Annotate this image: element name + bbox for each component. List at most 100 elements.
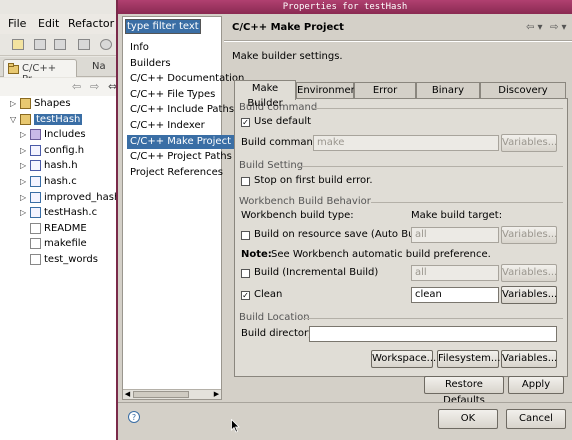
project-folder-icon: [20, 113, 31, 125]
save-icon[interactable]: [34, 39, 46, 50]
tree-item[interactable]: ▽ testHash: [0, 113, 112, 128]
stop-on-error-checkbox[interactable]: [241, 177, 250, 186]
make-builder-panel: Build command ✓ Use default Build comman…: [234, 98, 568, 377]
menu-refactor[interactable]: Refactor: [68, 17, 114, 30]
filesystem-button[interactable]: Filesystem...: [437, 350, 500, 368]
properties-dialog: Properties for testHash type filter text…: [116, 0, 572, 440]
build-behavior-group-title: Workbench Build Behavior: [239, 196, 371, 207]
use-default-checkbox[interactable]: ✓: [241, 118, 250, 127]
mouse-pointer-icon: [231, 419, 240, 433]
menu-file[interactable]: File: [8, 17, 26, 30]
tab-make-builder[interactable]: Make Builder: [234, 80, 296, 109]
location-variables-button[interactable]: Variables...: [501, 350, 557, 368]
collapsed-twisty-icon[interactable]: ▷: [20, 208, 26, 217]
tree-item-label: testHash: [34, 113, 83, 125]
tree-item-label: makefile: [44, 238, 87, 250]
incremental-variables-button[interactable]: Variables...: [501, 264, 557, 282]
header-file-icon: [30, 144, 41, 156]
build-type-header: Workbench build type:: [241, 210, 354, 221]
restore-defaults-button[interactable]: Restore Defaults: [424, 376, 504, 406]
collapsed-twisty-icon[interactable]: ▷: [20, 177, 26, 186]
c-file-icon: [30, 191, 41, 203]
dialog-title: Properties for testHash: [118, 0, 572, 14]
tree-item[interactable]: ▷ hash.c: [0, 175, 112, 190]
menu-edit[interactable]: Edit: [38, 17, 59, 30]
build-directory-input[interactable]: [309, 326, 557, 342]
tree-item[interactable]: ▷ testHash.c: [0, 206, 112, 221]
tab-strip: Make Builder Environment Error Parsers B…: [234, 80, 568, 111]
debug-icon[interactable]: [100, 39, 112, 50]
print-icon[interactable]: [54, 39, 66, 50]
incremental-build-label: Build (Incremental Build): [254, 267, 379, 278]
tab-error-parsers[interactable]: Error Parsers: [354, 82, 416, 111]
new-icon[interactable]: [12, 39, 24, 50]
tab-navigator[interactable]: Na: [92, 61, 106, 72]
auto-build-target-input[interactable]: all: [411, 227, 499, 243]
nav-item[interactable]: Project References: [127, 166, 226, 180]
tree-item[interactable]: makefile: [0, 237, 112, 252]
tree-item[interactable]: test_words: [0, 253, 112, 268]
filter-input[interactable]: type filter text: [125, 19, 201, 34]
collapsed-twisty-icon[interactable]: ▷: [10, 99, 16, 108]
tab-discovery-options[interactable]: Discovery Options: [480, 82, 566, 111]
cancel-button[interactable]: Cancel: [506, 409, 566, 429]
tree-item[interactable]: ▷ improved_hash.c: [0, 191, 129, 206]
tree-item[interactable]: ▷ Shapes: [0, 97, 112, 112]
tree-item[interactable]: ▷ Includes: [0, 128, 112, 143]
build-command-variables-button[interactable]: Variables...: [501, 134, 557, 152]
horizontal-scrollbar[interactable]: ◀ ▶: [123, 389, 221, 399]
nav-item[interactable]: C/C++ File Types: [127, 88, 218, 102]
build-icon[interactable]: [78, 39, 90, 50]
collapsed-twisty-icon[interactable]: ▷: [20, 193, 26, 202]
page-description: Make builder settings.: [232, 51, 343, 62]
nav-item[interactable]: C/C++ Make Project: [127, 134, 235, 149]
scroll-left-icon[interactable]: ◀: [123, 390, 132, 399]
clean-variables-button[interactable]: Variables...: [501, 286, 557, 304]
forward-arrow-icon[interactable]: ⇨: [90, 80, 99, 93]
collapsed-twisty-icon[interactable]: ▷: [20, 146, 26, 155]
back-nav-icon[interactable]: ⇦ ▾: [526, 22, 543, 33]
tree-item-label: hash.h: [44, 160, 78, 172]
incremental-target-input[interactable]: all: [411, 265, 499, 281]
clean-label: Clean: [254, 289, 283, 300]
tab-binary-parser[interactable]: Binary Parser: [416, 82, 480, 111]
tree-item-label: config.h: [44, 144, 85, 156]
back-arrow-icon[interactable]: ⇦: [72, 80, 81, 93]
auto-build-variables-button[interactable]: Variables...: [501, 226, 557, 244]
tab-environment[interactable]: Environment: [296, 82, 361, 99]
tab-cpp-projects[interactable]: C/C++ Pr...: [3, 59, 77, 85]
tree-item[interactable]: ▷ hash.h: [0, 159, 112, 174]
auto-build-label: Build on resource save (Auto Build): [254, 229, 431, 240]
menu-bar: File Edit Refactor: [0, 14, 120, 34]
cpp-projects-icon: [8, 63, 19, 74]
help-icon[interactable]: ?: [128, 411, 140, 423]
tree-item[interactable]: README: [0, 222, 112, 237]
build-command-label: Build command:: [241, 137, 323, 148]
ok-button[interactable]: OK: [438, 409, 498, 429]
nav-item[interactable]: C/C++ Project Paths: [127, 150, 235, 164]
tree-item-label: test_words: [44, 254, 98, 265]
scroll-thumb[interactable]: [133, 391, 189, 398]
collapsed-twisty-icon[interactable]: ▷: [20, 130, 26, 139]
clean-target-input[interactable]: clean: [411, 287, 499, 303]
scroll-right-icon[interactable]: ▶: [212, 390, 221, 399]
c-file-icon: [30, 176, 41, 187]
workspace-button[interactable]: Workspace...: [371, 350, 436, 368]
incremental-build-checkbox[interactable]: [241, 269, 250, 278]
project-folder-icon: [20, 98, 31, 109]
collapsed-twisty-icon[interactable]: ▷: [20, 161, 26, 170]
use-default-label: Use default: [254, 116, 312, 127]
expanded-twisty-icon[interactable]: ▽: [10, 115, 16, 124]
forward-nav-icon[interactable]: ⇨ ▾: [550, 22, 567, 33]
apply-button[interactable]: Apply: [508, 376, 564, 394]
note-text: See Workbench automatic build preference…: [271, 249, 491, 260]
group-divider: [313, 108, 563, 109]
nav-item[interactable]: Info: [127, 41, 152, 55]
tree-item[interactable]: ▷ config.h: [0, 144, 112, 159]
build-command-input[interactable]: make: [313, 135, 499, 151]
nav-item[interactable]: Builders: [127, 57, 174, 71]
tree-item-label: hash.c: [44, 176, 77, 187]
clean-checkbox[interactable]: ✓: [241, 291, 250, 300]
nav-item[interactable]: C/C++ Indexer: [127, 119, 208, 133]
auto-build-checkbox[interactable]: [241, 231, 250, 240]
